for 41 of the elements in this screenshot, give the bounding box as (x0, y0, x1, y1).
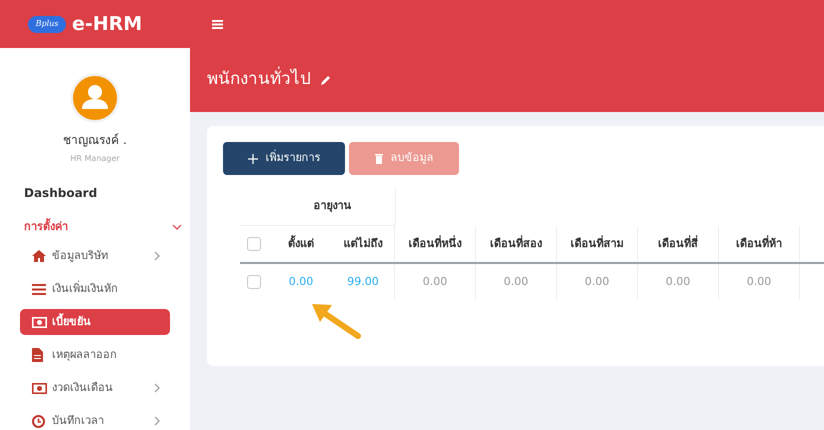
banknote-icon (32, 316, 47, 328)
menu-icon[interactable] (212, 20, 223, 28)
logo: Bplus (28, 16, 66, 32)
column-group-header: อายุงาน (314, 198, 352, 214)
table-cell-text: 0.00 (666, 274, 690, 290)
user-name: ชาญณรงค์ . (63, 132, 127, 149)
table-cell-text: 0.00 (422, 274, 448, 290)
pencil-icon[interactable] (321, 75, 331, 85)
table-cell-text: 0.00 (504, 274, 528, 290)
user-role: HR Manager (70, 153, 120, 165)
nav-item[interactable]: เบี้ยขยัน (20, 309, 170, 335)
plus-icon (248, 154, 258, 164)
table-cell-text: 0.00 (584, 274, 610, 290)
avatar-icon (70, 73, 120, 123)
table-cell-text: 0.00 (746, 274, 772, 290)
nav-item[interactable]: เหตุผลลาออก (20, 342, 170, 368)
list-icon (32, 284, 46, 294)
checkbox[interactable] (247, 237, 261, 251)
clock-icon (32, 414, 45, 428)
column-header: เดือนที่ห้า (736, 236, 782, 252)
column-header: เดือนที่หนึ่ง (408, 236, 462, 252)
nav-section[interactable]: การตั้งค่า (0, 215, 190, 239)
column-header: เดือนที่สอง (490, 236, 542, 252)
checkbox[interactable] (247, 275, 261, 289)
nav-item[interactable]: บันทึกเวลา (20, 408, 170, 430)
banknote-icon (32, 382, 47, 394)
app-name: e-HRM (72, 12, 142, 37)
nav-item[interactable]: เงินเพิ่มเงินหัก (20, 276, 170, 302)
column-header: แต่ไม่ถึง (344, 236, 382, 252)
column-header: ตั้งแต่ (288, 236, 314, 252)
column-header: เดือนที่สาม (570, 236, 624, 252)
page-title: พนักงานทั่วไป (207, 67, 311, 93)
arrow-drawing (310, 301, 362, 339)
nav-item[interactable]: งวดเงินเดือน (20, 375, 170, 401)
trash-icon (374, 154, 382, 164)
column-header: เดือนที่สี่ (658, 236, 698, 252)
document-icon (32, 348, 43, 362)
home-icon (32, 250, 46, 262)
add-button[interactable]: เพิ่มรายการ (223, 142, 345, 175)
nav-item[interactable]: ข้อมูลบริษัท (20, 243, 170, 269)
nav-link[interactable]: Dashboard (0, 183, 190, 203)
